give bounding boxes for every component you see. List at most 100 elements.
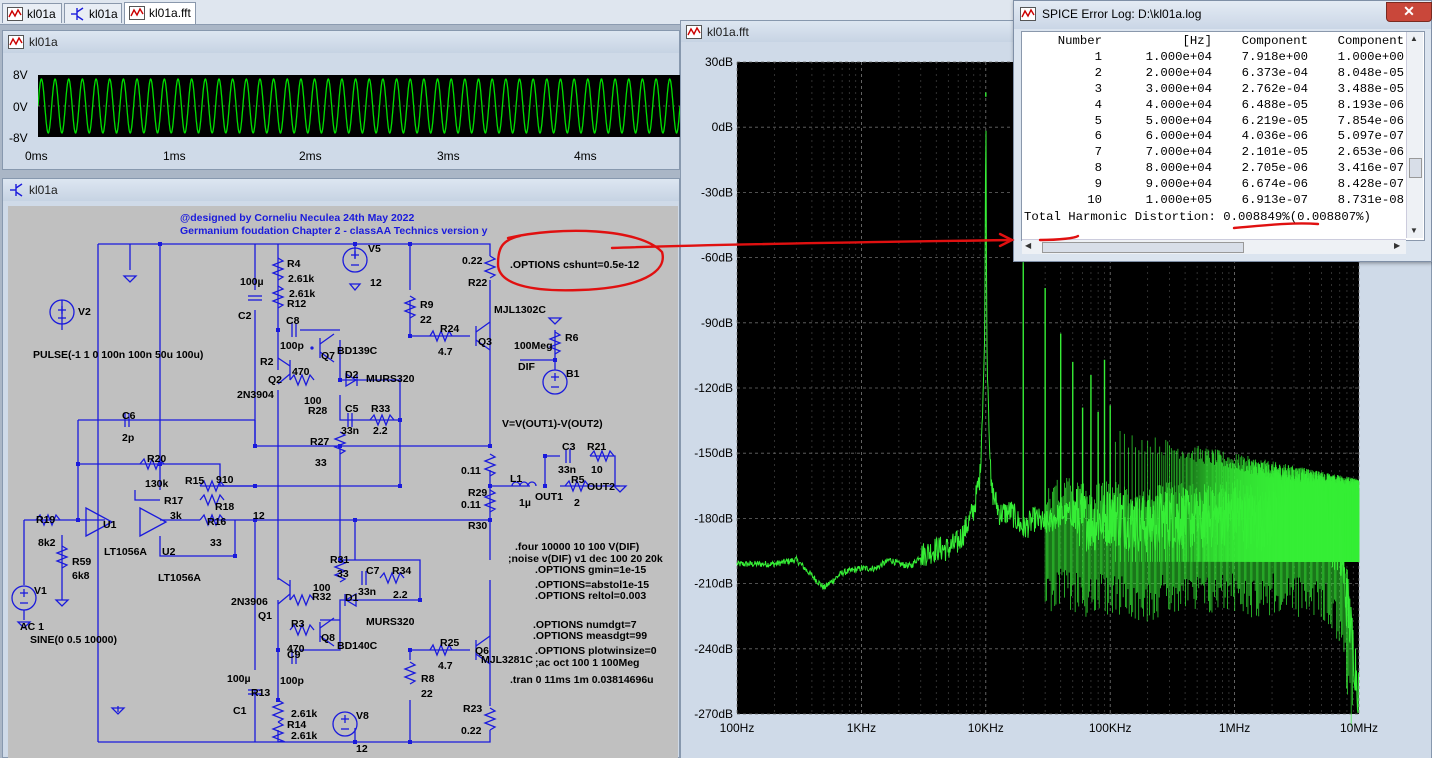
component-label[interactable]: R4 <box>287 258 301 270</box>
chevron-right-icon[interactable]: ▶ <box>1394 241 1400 250</box>
spice-error-log-window[interactable]: SPICE Error Log: D:\kl01a.log ✕ Number [H… <box>1013 0 1432 262</box>
component-label[interactable]: 0.11 <box>461 465 481 477</box>
component-label[interactable]: 2.61k <box>291 730 317 742</box>
component-label[interactable]: 33 <box>210 537 222 549</box>
component-label[interactable]: Q3 <box>478 336 492 348</box>
component-label[interactable]: MURS320 <box>366 373 415 385</box>
component-label[interactable]: 8k2 <box>38 537 56 549</box>
component-label[interactable]: 6k8 <box>72 570 90 582</box>
component-label[interactable]: R20 <box>147 453 166 465</box>
component-label[interactable]: 10 <box>591 464 603 476</box>
component-label[interactable]: 4.7 <box>438 660 453 672</box>
component-label[interactable]: 1µ <box>519 497 531 509</box>
component-label[interactable]: 2.2 <box>393 589 408 601</box>
component-label[interactable]: BD140C <box>337 640 378 652</box>
component-label[interactable]: V1 <box>34 585 47 597</box>
component-label[interactable]: 2N3906 <box>231 596 268 608</box>
component-label[interactable]: OUT2 <box>587 481 615 493</box>
waveform-plot[interactable] <box>38 75 680 137</box>
component-label[interactable]: 33 <box>337 568 349 580</box>
component-label[interactable]: R13 <box>251 687 270 699</box>
component-label[interactable]: MJL1302C <box>494 304 546 316</box>
component-label[interactable]: Q2 <box>268 374 282 386</box>
component-label[interactable]: 100Meg <box>514 340 553 352</box>
component-label[interactable]: R9 <box>420 299 434 311</box>
component-label[interactable]: R24 <box>440 323 459 335</box>
component-label[interactable]: R17 <box>164 495 183 507</box>
scroll-thumb[interactable] <box>1042 242 1244 253</box>
component-label[interactable]: LT1056A <box>158 572 201 584</box>
spice-directive[interactable]: ;ac oct 100 1 100Meg <box>535 657 639 669</box>
component-label[interactable]: 2.61k <box>288 273 314 285</box>
tab-waveform[interactable]: kl01a <box>2 3 62 23</box>
waveform-window[interactable]: kl01a 8V 0V -8V 0ms 1ms 2ms 3ms 4ms <box>2 30 680 170</box>
chevron-up-icon[interactable]: ▲ <box>1410 34 1418 43</box>
component-label[interactable]: D1 <box>345 592 359 604</box>
component-label[interactable]: R32 <box>312 591 331 603</box>
component-label[interactable]: R29 <box>468 487 487 499</box>
component-label[interactable]: U1 <box>103 519 117 531</box>
component-label[interactable]: OUT1 <box>535 491 563 503</box>
vertical-scrollbar[interactable]: ▲ ▼ <box>1406 32 1423 238</box>
component-label[interactable]: C6 <box>122 410 136 422</box>
component-label[interactable]: R16 <box>207 516 226 528</box>
spice-directive[interactable]: .OPTIONS reltol=0.003 <box>535 590 646 602</box>
component-label[interactable]: C1 <box>233 705 247 717</box>
component-label[interactable]: 0.11 <box>461 499 481 511</box>
component-label[interactable]: 130k <box>145 478 169 490</box>
spice-directive[interactable]: .OPTIONS cshunt=0.5e-12 <box>510 259 639 271</box>
close-button[interactable]: ✕ <box>1386 2 1432 22</box>
component-label[interactable]: R22 <box>468 277 487 289</box>
component-label[interactable]: R31 <box>330 554 349 566</box>
component-label[interactable]: L1 <box>510 473 522 485</box>
component-label[interactable]: R18 <box>215 501 234 513</box>
component-label[interactable]: Q8 <box>321 632 335 644</box>
component-label[interactable]: U2 <box>162 546 176 558</box>
component-label[interactable]: 910 <box>216 474 234 486</box>
component-label[interactable]: 33 <box>315 457 327 469</box>
component-label[interactable]: 2 <box>574 497 580 509</box>
component-label[interactable]: 22 <box>421 688 433 700</box>
component-label[interactable]: 3k <box>170 510 182 522</box>
component-label[interactable]: 470 <box>292 366 310 378</box>
component-label[interactable]: R3 <box>291 618 305 630</box>
spice-directive[interactable]: .OPTIONS plotwinsize=0 <box>535 645 657 657</box>
component-label[interactable]: LT1056A <box>104 546 147 558</box>
component-label[interactable]: 12 <box>356 743 368 755</box>
log-content[interactable]: Number [Hz] Component Component 1 1.000e+04 7.… <box>1021 31 1425 241</box>
component-label[interactable]: 100p <box>280 340 304 352</box>
component-label[interactable]: 12 <box>253 510 265 522</box>
chevron-left-icon[interactable]: ◀ <box>1025 241 1031 250</box>
component-label[interactable]: C8 <box>286 315 300 327</box>
component-label[interactable]: R15 <box>185 475 204 487</box>
component-label[interactable]: 100p <box>280 675 304 687</box>
tab-fft[interactable]: kl01a.fft <box>124 2 196 24</box>
chevron-down-icon[interactable]: ▼ <box>1410 226 1418 235</box>
component-label[interactable]: R23 <box>463 703 482 715</box>
component-label[interactable]: 2N3904 <box>237 389 274 401</box>
component-label[interactable]: 33n <box>341 425 359 437</box>
scroll-thumb[interactable] <box>1409 158 1422 178</box>
component-label[interactable]: DIF <box>518 361 536 373</box>
horizontal-scrollbar[interactable]: ◀ ▶ <box>1022 239 1406 254</box>
component-label[interactable]: BD139C <box>337 345 378 357</box>
component-label[interactable]: Q7 <box>321 350 335 362</box>
component-label[interactable]: 100µ <box>240 276 264 288</box>
spice-directive[interactable]: .four 10000 10 100 V(DIF) <box>515 541 639 553</box>
component-label[interactable]: 4.7 <box>438 346 453 358</box>
window-title-bar[interactable]: kl01a <box>3 31 679 53</box>
component-label[interactable]: C5 <box>345 403 359 415</box>
component-label[interactable]: R2 <box>260 356 274 368</box>
component-label[interactable]: R30 <box>468 520 487 532</box>
component-label[interactable]: 33n <box>358 586 376 598</box>
behavioral-expression[interactable]: V=V(OUT1)-V(OUT2) <box>502 418 603 430</box>
pulse-source-value[interactable]: PULSE(-1 1 0 100n 100n 50u 100u) <box>33 349 203 361</box>
spice-directive[interactable]: .OPTIONS gmin=1e-15 <box>535 564 646 576</box>
spice-directive[interactable]: .tran 0 11ms 1m 0.03814696u <box>510 674 654 686</box>
component-label[interactable]: C9 <box>287 649 301 661</box>
component-label[interactable]: R27 <box>310 436 329 448</box>
component-label[interactable]: 2.2 <box>373 425 388 437</box>
spice-directive[interactable]: .OPTIONS measdgt=99 <box>533 630 647 642</box>
component-label[interactable]: Q1 <box>258 610 272 622</box>
component-label[interactable]: 22 <box>420 314 432 326</box>
